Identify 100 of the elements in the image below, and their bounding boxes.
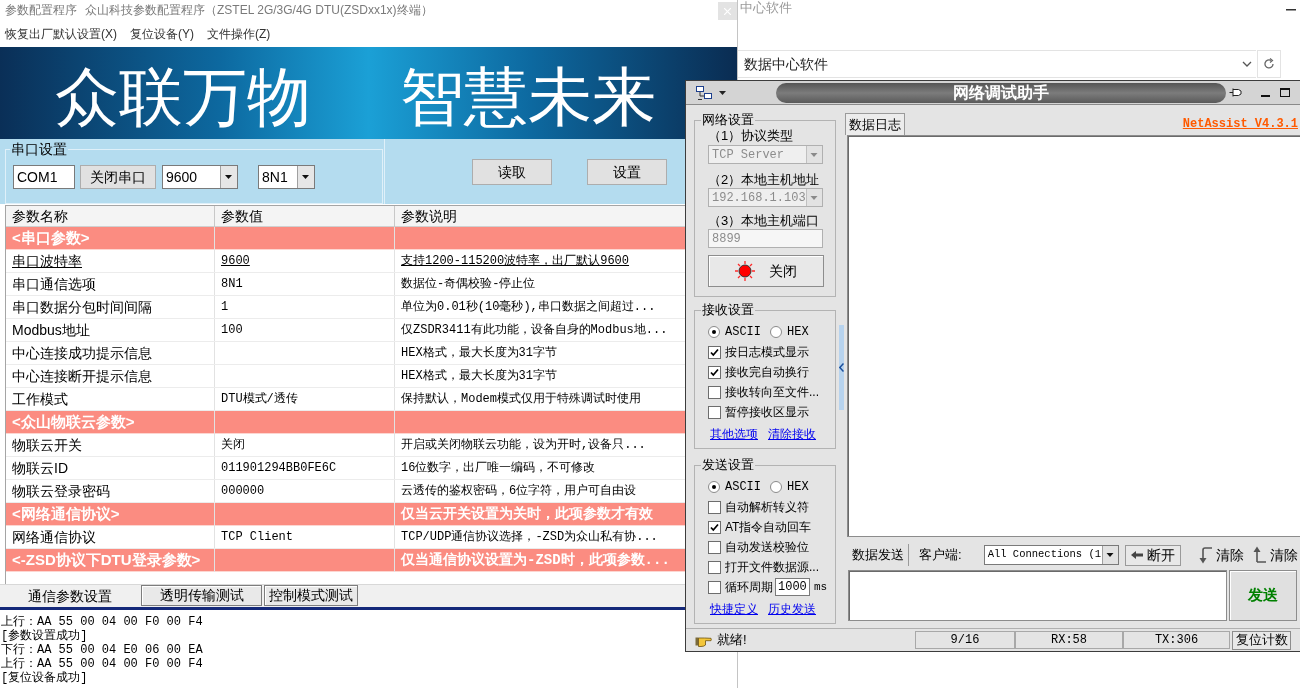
checkbox-label[interactable]: 暂停接收区显示 [725, 403, 809, 421]
banner-slogan: 智慧未来 [400, 65, 656, 129]
field-label: （2）本地主机地址 [708, 172, 821, 188]
parameter-name: 工作模式 [12, 389, 68, 409]
radio-button[interactable] [708, 326, 720, 338]
log-line: 上行：AA 55 00 04 00 F0 00 F4 [1, 657, 203, 671]
link[interactable]: 其他选项 [710, 425, 758, 443]
menu-item[interactable]: 恢复出厂默认设置(X) [5, 25, 117, 43]
refresh-button[interactable] [1257, 50, 1281, 78]
checkbox[interactable] [708, 405, 721, 419]
parameter-description: 单位为0.01秒(10毫秒),串口数据之间超过... [401, 299, 656, 316]
refresh-icon [1263, 58, 1275, 70]
tab[interactable]: 控制模式测试 [264, 585, 358, 606]
reset-button[interactable]: 复位计数 [1232, 630, 1291, 650]
parameter-description: 数据位-奇偶校验-停止位 [401, 276, 536, 293]
parameter-name: 物联云登录密码 [12, 481, 110, 501]
parameter-description: 开启或关闭物联云功能，设为开时,设备只... [401, 437, 646, 454]
parameter-value: 8N1 [221, 276, 243, 293]
section-title: <串口参数> [12, 228, 90, 248]
maximize-icon[interactable] [1280, 88, 1290, 97]
checkbox-label[interactable]: AT指令自动回车 [725, 518, 812, 536]
send-field[interactable] [848, 570, 1227, 621]
port-field[interactable]: COM1 [13, 165, 75, 189]
radio-button[interactable] [708, 481, 720, 493]
checkbox-label[interactable]: 接收完自动换行 [725, 363, 809, 381]
tab[interactable]: 数据日志 [845, 113, 905, 135]
link[interactable]: 清除接收 [768, 425, 816, 443]
checkbox[interactable] [708, 345, 721, 359]
checkbox-label[interactable]: 打开文件数据源... [725, 558, 819, 576]
unit-label: ms [814, 579, 828, 595]
parameter-name: 串口波特率 [12, 251, 82, 271]
section-note: 仅当云开关设置为关时，此项参数才有效 [401, 504, 653, 524]
parameter-name: 网络通信协议 [12, 527, 96, 547]
parameter-name: 串口数据分包时间间隔 [12, 297, 152, 317]
clear-button[interactable]: 清除 [1197, 544, 1244, 566]
checkbox[interactable] [708, 540, 721, 554]
radio-button[interactable] [770, 326, 782, 338]
network-icon[interactable] [696, 85, 712, 100]
parameter-name: 中心连接断开提示信息 [12, 366, 152, 386]
radio-label[interactable]: ASCII [725, 323, 761, 341]
column-header[interactable]: 参数名称 [12, 206, 68, 227]
checkbox-label[interactable]: 接收转向至文件... [725, 383, 819, 401]
client-select[interactable]: All Connections (1 [983, 545, 1119, 565]
field-label: （1）协议类型 [708, 128, 795, 144]
minimize-icon[interactable] [1261, 94, 1270, 97]
disconnect-button[interactable]: 断开 [1124, 544, 1181, 566]
collapse-handle[interactable] [839, 325, 844, 410]
checkbox[interactable] [708, 560, 721, 574]
group-title: 串口设置 [10, 141, 68, 157]
period-field[interactable]: 1000 [775, 578, 810, 596]
radio-label[interactable]: ASCII [725, 478, 761, 496]
checkbox-label[interactable]: 循环周期 [725, 578, 773, 596]
read-button[interactable]: 读取 [472, 159, 552, 185]
parameter-name: 物联云开关 [12, 435, 82, 455]
log-line: [参数设置成功] [1, 629, 88, 643]
toggle-button[interactable]: 关闭 [708, 255, 824, 287]
checkbox-label[interactable]: 自动解析转义符 [725, 498, 809, 516]
window-title: 中心软件 [740, 0, 792, 16]
radio-label[interactable]: HEX [787, 323, 809, 341]
chevron-down-icon[interactable] [1242, 61, 1252, 67]
link[interactable]: 快捷定义 [710, 600, 758, 618]
section-title: <-ZSD协议下DTU登录参数> [12, 550, 201, 570]
checkbox[interactable] [708, 520, 721, 534]
frame-format-select[interactable]: 8N1 [258, 165, 315, 189]
checkbox[interactable] [708, 500, 721, 514]
baud-rate-select[interactable]: 9600 [162, 165, 238, 189]
left-arrow-icon [1130, 551, 1143, 559]
curved-down-arrow-icon [1197, 546, 1213, 564]
tab[interactable]: 数据发送 [848, 544, 909, 566]
curved-up-arrow-icon [1251, 546, 1267, 564]
parameter-value: 1 [221, 299, 229, 316]
parameter-value: 000000 [221, 483, 265, 500]
address-field[interactable]: 数据中心软件 [738, 50, 1256, 78]
parameter-description: TCP/UDP通信协议选择，-ZSD为众山私有协... [401, 529, 658, 546]
parameter-value: 011901294BB0FE6C [221, 460, 337, 477]
checkbox[interactable] [708, 365, 721, 379]
radio-button[interactable] [770, 481, 782, 493]
checkbox-label[interactable]: 自动发送校验位 [725, 538, 809, 556]
checkbox[interactable] [708, 385, 721, 399]
menu-item[interactable]: 文件操作(Z) [207, 25, 271, 43]
link[interactable]: 历史发送 [768, 600, 816, 618]
clear-button[interactable]: 清除 [1251, 544, 1298, 566]
send-button[interactable]: 发送 [1229, 570, 1297, 621]
apply-button[interactable]: 设置 [587, 159, 667, 185]
checkbox[interactable] [708, 580, 721, 594]
pin-icon[interactable] [1229, 87, 1242, 98]
group-title: 发送设置 [701, 458, 755, 472]
tab[interactable]: 透明传输测试 [141, 585, 262, 606]
radio-label[interactable]: HEX [787, 478, 809, 496]
caret-icon[interactable] [719, 90, 726, 95]
parameter-value: TCP Client [221, 529, 293, 546]
close-icon [724, 7, 731, 15]
menu-item[interactable]: 复位设备(Y) [130, 25, 194, 43]
checkbox-label[interactable]: 按日志模式显示 [725, 343, 809, 361]
serial-toggle-button[interactable]: 关闭串口 [80, 165, 156, 189]
log-line: [复位设备成功] [1, 671, 88, 685]
column-header[interactable]: 参数值 [221, 206, 263, 227]
column-header[interactable]: 参数说明 [401, 206, 457, 227]
section-note: 仅当通信协议设置为-ZSD时，此项参数... [401, 550, 670, 570]
parameter-description: 云透传的鉴权密码，6位字符，用户可自由设 [401, 483, 637, 500]
